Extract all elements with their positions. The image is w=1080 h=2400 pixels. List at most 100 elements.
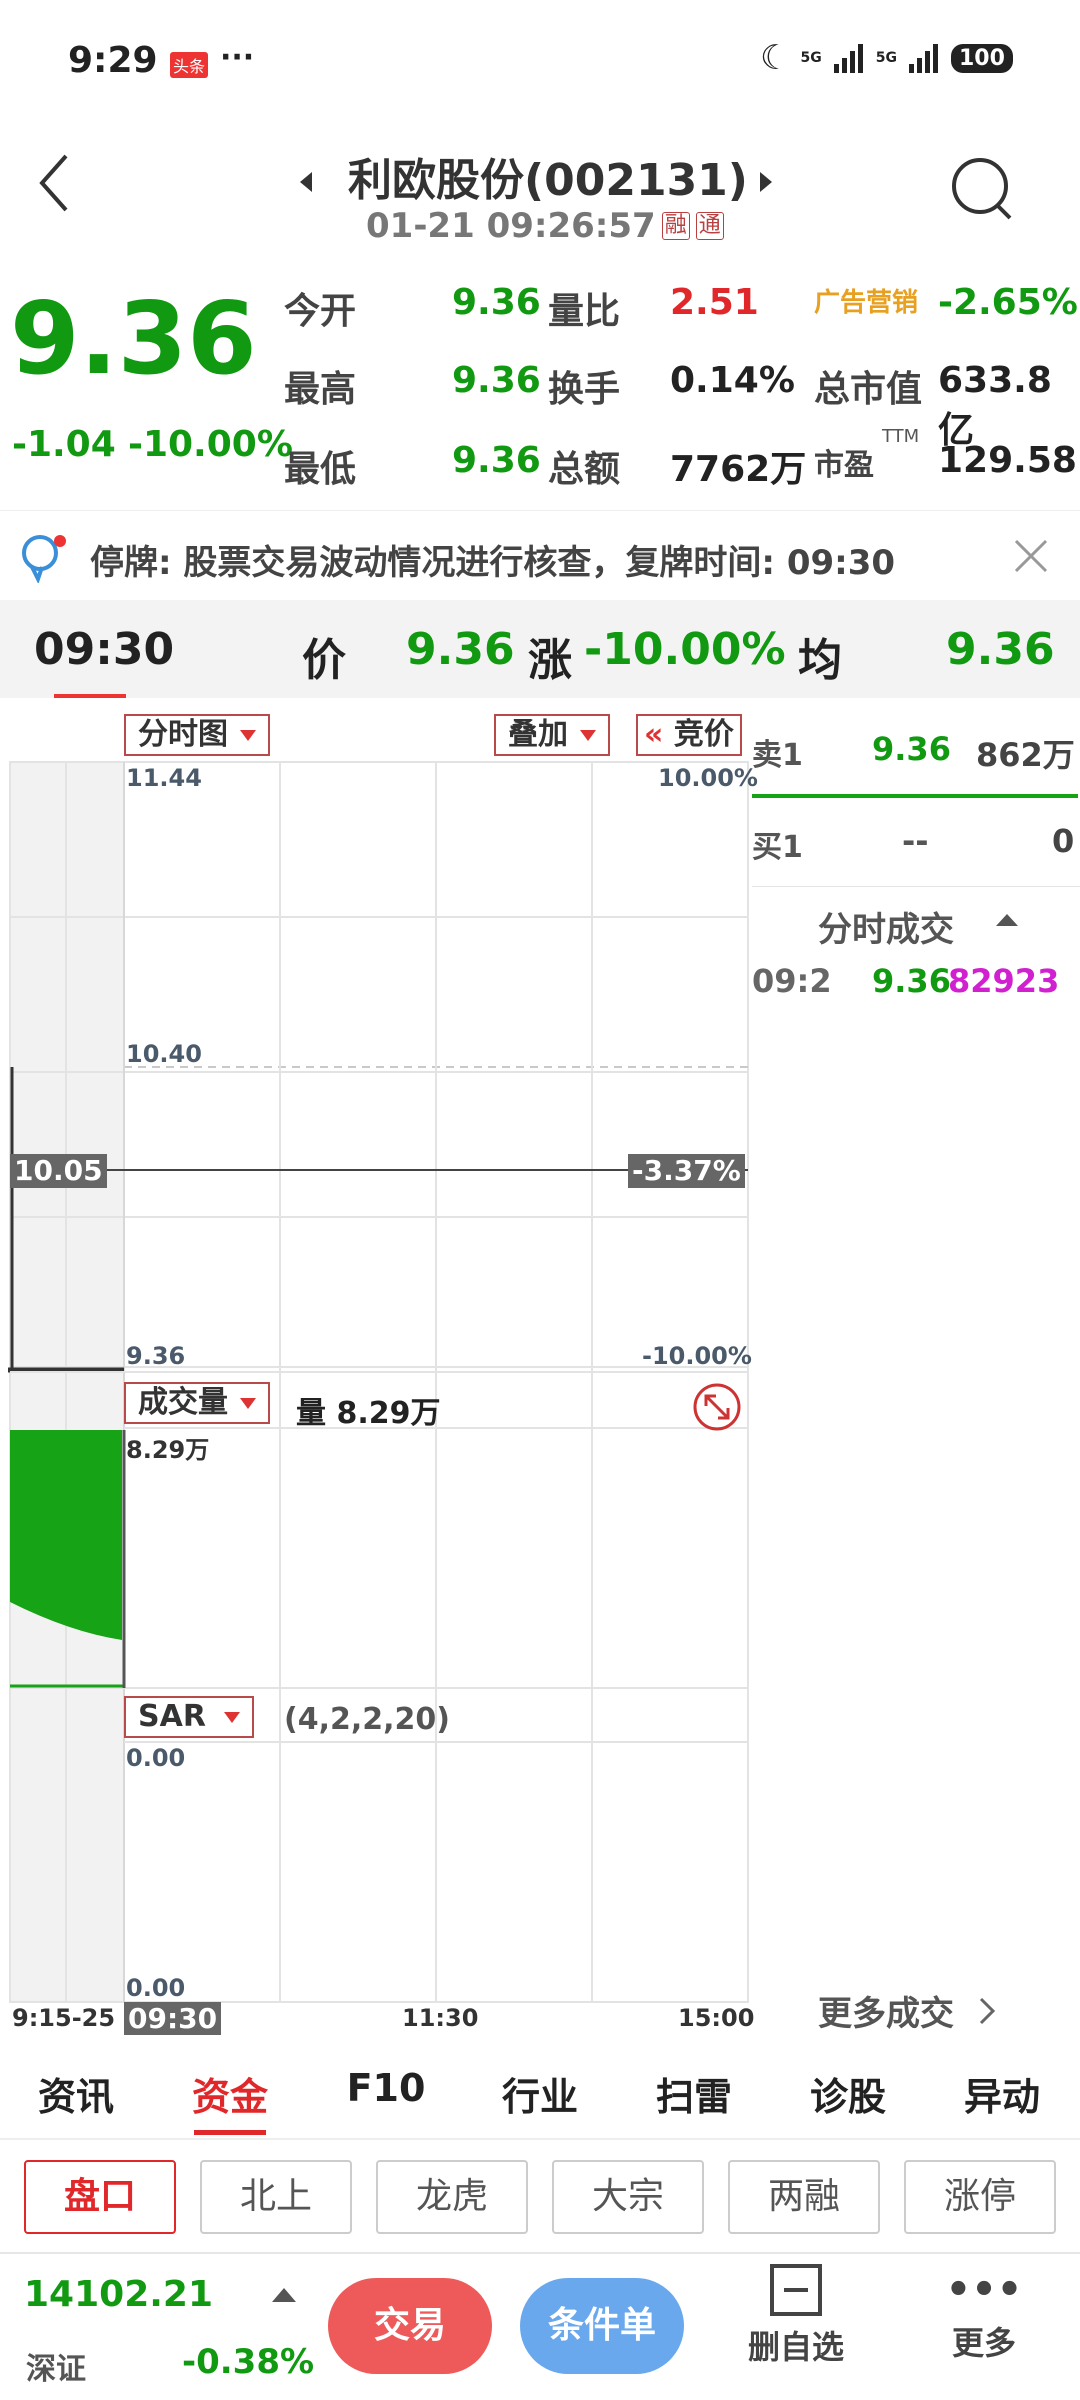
quote-l2-0: 量比 bbox=[548, 291, 621, 332]
quote-v2-2: 7762万 bbox=[670, 449, 807, 490]
sell1-price: 9.36 bbox=[872, 730, 951, 768]
tab-4[interactable]: 扫雷 bbox=[644, 2066, 744, 2121]
more-button[interactable]: ••• 更多 bbox=[924, 2262, 1044, 2364]
chart-area[interactable]: 分时图 叠加 « 竞价 11.44 10.00% 10.40 9.36 -10.… bbox=[0, 702, 758, 2035]
tab-6[interactable]: 异动 bbox=[952, 2066, 1052, 2121]
info-time: 09:30 bbox=[34, 624, 175, 675]
header-subline: 01-21 09:26:57 融 通 bbox=[366, 206, 724, 246]
subtab-0[interactable]: 盘口 bbox=[24, 2160, 176, 2234]
expand-icon[interactable] bbox=[692, 1382, 742, 1432]
info-price-label: 价 bbox=[302, 635, 346, 686]
quote-v3-0: -2.65% bbox=[938, 282, 1078, 323]
subtab-3[interactable]: 大宗 bbox=[552, 2160, 704, 2234]
next-stock-icon[interactable] bbox=[760, 172, 772, 192]
bulb-icon bbox=[22, 535, 66, 583]
book-separator bbox=[752, 886, 1080, 887]
index-value[interactable]: 14102.21 bbox=[24, 2274, 213, 2315]
quote-l2-2: 总额 bbox=[548, 449, 621, 490]
rong-badge: 融 bbox=[661, 212, 690, 240]
back-icon bbox=[39, 154, 68, 212]
tab-3[interactable]: 行业 bbox=[490, 2066, 590, 2121]
volume-value: 量 8.29万 bbox=[296, 1396, 441, 1431]
info-change: -10.00% bbox=[584, 624, 786, 675]
status-icons: ☾ 5G 5G 100 bbox=[760, 38, 1013, 78]
sell1-volume: 862万 bbox=[976, 736, 1075, 774]
more-trades-link[interactable]: 更多成交 bbox=[818, 1986, 996, 2035]
price-change: -1.04 bbox=[12, 424, 116, 465]
caret-up-icon[interactable] bbox=[996, 914, 1018, 926]
remove-watchlist-icon bbox=[770, 2264, 822, 2316]
axis-sar-bottom: 0.00 bbox=[126, 1974, 186, 2002]
buy1-label: 买1 bbox=[752, 830, 803, 865]
subtab-1[interactable]: 北上 bbox=[200, 2160, 352, 2234]
caret-down-icon bbox=[223, 1712, 240, 1723]
axis-volume-top: 8.29万 bbox=[126, 1436, 210, 1464]
tab-2[interactable]: F10 bbox=[336, 2066, 436, 2110]
quote-l1-0: 今开 bbox=[284, 291, 357, 332]
sar-params: (4,2,2,20) bbox=[284, 1702, 450, 1737]
more-label: 更多 bbox=[951, 2324, 1016, 2362]
quote-datetime: 01-21 09:26:57 bbox=[366, 206, 656, 246]
x-tick-open: 09:30 bbox=[124, 2002, 222, 2035]
quote-l2-1: 换手 bbox=[548, 369, 621, 410]
caret-down-icon bbox=[240, 730, 256, 741]
trades-title[interactable]: 分时成交 bbox=[818, 902, 954, 951]
axis-pct-top: 10.00% bbox=[658, 764, 758, 792]
bottom-divider bbox=[0, 2252, 1080, 2254]
axis-price-top: 11.44 bbox=[126, 764, 202, 792]
tab-5[interactable]: 诊股 bbox=[798, 2066, 898, 2121]
search-button[interactable] bbox=[950, 156, 1016, 226]
tab-0[interactable]: 资讯 bbox=[26, 2066, 126, 2121]
signal-icon bbox=[908, 44, 938, 73]
suspension-notice: 停牌: 股票交易波动情况进行核查，复牌时间: 09:30 bbox=[0, 510, 1080, 600]
chart-grid bbox=[8, 761, 749, 2003]
indicator-sar-select[interactable]: SAR bbox=[124, 1696, 254, 1738]
double-chevron-left-icon: « bbox=[644, 717, 664, 752]
conditional-order-button[interactable]: 条件单 bbox=[520, 2278, 684, 2374]
more-trades-label: 更多成交 bbox=[818, 1994, 954, 2034]
overlay-select[interactable]: 叠加 bbox=[494, 714, 610, 756]
chevron-right-icon bbox=[979, 1997, 996, 2024]
status-more-icon: ··· bbox=[220, 40, 255, 75]
page-title: 利欧股份(002131) bbox=[348, 155, 748, 206]
chart-mode-label: 分时图 bbox=[138, 717, 228, 752]
x-tick-close: 15:00 bbox=[678, 2004, 755, 2032]
subtab-2[interactable]: 龙虎 bbox=[376, 2160, 528, 2234]
overlay-label: 叠加 bbox=[508, 717, 568, 752]
trade-button[interactable]: 交易 bbox=[328, 2278, 492, 2374]
quote-v2-0: 2.51 bbox=[670, 282, 759, 323]
caret-down-icon bbox=[580, 730, 596, 741]
info-avg: 9.36 bbox=[946, 624, 1055, 675]
volume-label: 成交量 bbox=[138, 1385, 228, 1420]
subtab-5[interactable]: 涨停 bbox=[904, 2160, 1056, 2234]
subtab-4[interactable]: 两融 bbox=[728, 2160, 880, 2234]
quote-l1-1: 最高 bbox=[284, 369, 357, 410]
tong-badge: 通 bbox=[695, 212, 724, 240]
prev-stock-icon[interactable] bbox=[300, 172, 312, 192]
caret-up-icon[interactable] bbox=[272, 2288, 296, 2302]
quote-l3-2: 市盈 bbox=[814, 448, 874, 483]
ttm-label: TTM bbox=[882, 426, 920, 447]
quote-l3-0: 广告营销 bbox=[814, 288, 919, 318]
current-price: 9.36 bbox=[10, 280, 257, 397]
indicator-volume-select[interactable]: 成交量 bbox=[124, 1382, 270, 1424]
index-name: 深证 bbox=[26, 2352, 86, 2387]
buy1-volume: 0 bbox=[1052, 822, 1075, 860]
back-button[interactable] bbox=[36, 150, 72, 220]
remove-watchlist-button[interactable]: 删自选 bbox=[736, 2262, 856, 2368]
quote-l1-2: 最低 bbox=[284, 449, 357, 490]
chart-mode-select[interactable]: 分时图 bbox=[124, 714, 270, 756]
auction-toggle[interactable]: « 竞价 bbox=[636, 714, 742, 756]
signal2-label: 5G bbox=[875, 50, 897, 66]
x-tick-premarket: 9:15-25 bbox=[12, 2004, 116, 2032]
crosshair-price-label: 10.05 bbox=[10, 1154, 107, 1188]
signal1-label: 5G bbox=[800, 50, 822, 66]
close-icon[interactable] bbox=[1012, 537, 1050, 575]
quote-v1-2: 9.36 bbox=[452, 440, 541, 481]
tab-1[interactable]: 资金 bbox=[180, 2066, 280, 2121]
info-price: 9.36 bbox=[406, 624, 515, 675]
battery-icon: 100 bbox=[950, 43, 1013, 73]
active-tab-underline bbox=[194, 2130, 266, 2135]
signal-icon bbox=[833, 44, 863, 73]
caret-down-icon bbox=[240, 1398, 256, 1409]
